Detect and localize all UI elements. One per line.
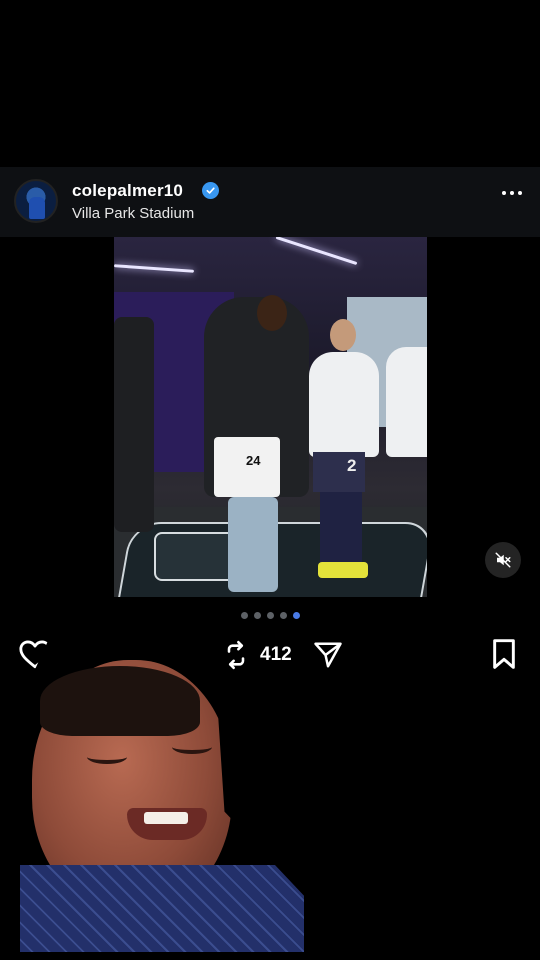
avatar[interactable]: [14, 179, 58, 223]
player-boots: [318, 562, 368, 578]
jersey-number: 2: [347, 456, 357, 475]
carousel-indicator: [0, 612, 540, 619]
player-legs: [228, 497, 278, 592]
location-label[interactable]: Villa Park Stadium: [72, 205, 194, 222]
reactor-shirt: [20, 865, 304, 952]
verified-badge-icon: [202, 182, 219, 199]
player-head: [257, 295, 287, 331]
reactor-teeth: [144, 812, 188, 824]
post-area: 24 2 642: [0, 237, 540, 680]
reactor-eye: [87, 750, 127, 764]
ceiling-light: [114, 264, 195, 273]
username[interactable]: colepalmer10: [72, 181, 183, 201]
player-head: [330, 319, 356, 351]
speaker-muted-icon[interactable]: [485, 542, 521, 578]
player-shorts: 2: [313, 452, 365, 492]
post-video[interactable]: 24 2: [114, 237, 427, 597]
carousel-dot: [266, 612, 274, 619]
jersey-number: 24: [246, 453, 261, 468]
ellipsis-icon[interactable]: [502, 191, 522, 195]
carousel-dot: [253, 612, 261, 619]
bookmark-icon[interactable]: [490, 638, 518, 675]
send-icon[interactable]: [312, 640, 344, 675]
player-in-white-kit: [386, 347, 427, 457]
player-in-white-kit: [309, 352, 379, 457]
ceiling-light: [275, 237, 358, 266]
carousel-dot: [279, 612, 287, 619]
steward-figure: [114, 317, 154, 532]
player-shorts: 24: [214, 437, 280, 497]
reactor-hair: [40, 666, 200, 736]
repost-count[interactable]: 412: [260, 644, 292, 666]
reactor-eye: [172, 740, 212, 754]
webcam-overlay: [20, 640, 304, 952]
carousel-dot-active: [292, 612, 300, 619]
carousel-dot: [240, 612, 248, 619]
repost-icon[interactable]: [222, 640, 250, 675]
post-header: colepalmer10 Villa Park Stadium: [0, 167, 540, 237]
